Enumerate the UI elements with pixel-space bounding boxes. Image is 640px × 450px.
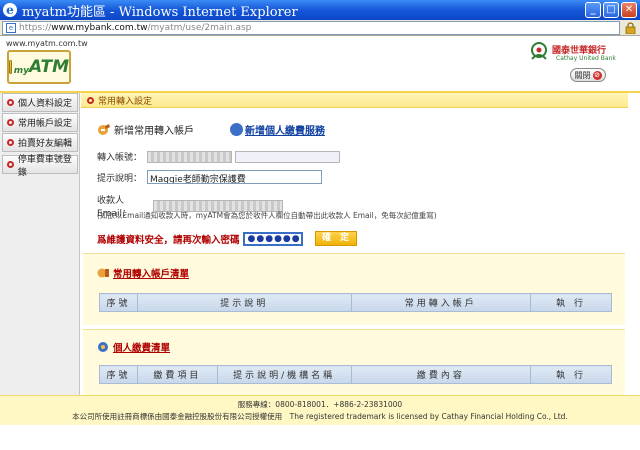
bullet-icon [7, 139, 14, 146]
account-row: 轉入帳號： [97, 150, 340, 163]
password-label: 爲維護資料安全，請再次輸入密碼 [97, 234, 240, 246]
maximize-button[interactable]: □ [603, 2, 619, 18]
sidebar-item-profile[interactable]: 個人資料設定 [2, 93, 78, 112]
list-icon [97, 268, 109, 278]
section-title: 常用轉入設定 [98, 96, 153, 107]
logout-button[interactable]: 關閉 ⊘ [570, 68, 606, 82]
password-row: 爲維護資料安全，請再次輸入密碼 ●●●●●● 確 定 [97, 231, 357, 246]
table-header-row: 序號 提示說明 常用轉入帳戶 執 行 [99, 293, 612, 312]
site-url: www.myatm.com.tw [6, 39, 88, 48]
bank-name-english: Cathay United Bank [556, 55, 616, 62]
sidebar-item-label: 常用帳戶設定 [18, 119, 73, 129]
page-bottom [0, 425, 640, 450]
ie-logo-icon: e [3, 3, 17, 17]
col-header: 序號 [99, 293, 138, 312]
logout-label: 關閉 [574, 70, 591, 80]
action-row: 新增常用轉入帳戶 新增個人繳費服務 [97, 122, 325, 137]
add-account-icon [98, 123, 110, 135]
payments-table: 序號 繳費項目 提示說明/機構名稱 繳費內容 執 行 [99, 365, 612, 384]
password-input[interactable]: ●●●●●● [242, 231, 303, 246]
url-path: /myatm/use/2main.asp [147, 23, 252, 33]
description-input[interactable]: Maggie老師勤宗保護費 [147, 170, 322, 184]
no-entry-icon: ⊘ [592, 70, 602, 80]
sidebar-item-label: 拍賣好友編輯 [18, 139, 73, 149]
col-header: 提示說明 [136, 293, 352, 312]
bullet-icon [7, 99, 14, 106]
col-header: 執 行 [530, 365, 612, 384]
page-header: www.myatm.com.tw my ATM 國泰世華銀行 Cathay Un… [0, 37, 640, 91]
add-account-link[interactable]: 新增常用轉入帳戶 [114, 122, 194, 137]
add-service-label: 新增個人繳費服務 [245, 126, 325, 137]
main-content: 常用轉入設定 新增常用轉入帳戶 新增個人繳費服務 轉入帳號： 提示說明： Mag… [81, 93, 628, 395]
close-window-button[interactable]: ✕ [621, 2, 637, 18]
service-phone: 服務專線：0800-818001．+886-2-23831000 [237, 400, 403, 409]
col-header: 執 行 [530, 293, 612, 312]
url-field[interactable]: e https://www.mybank.com.tw/myatm/use/2m… [2, 21, 620, 35]
window-titlebar: e myatm功能區 - Windows Internet Explorer _… [0, 0, 640, 20]
table-header-row: 序號 繳費項目 提示說明/機構名稱 繳費內容 執 行 [99, 365, 612, 384]
description-row: 提示說明： Maggie老師勤宗保護費 [97, 170, 322, 184]
accounts-panel-title-text: 常用轉入帳戶清單 [113, 269, 190, 280]
cathay-tree-icon [531, 42, 547, 60]
chip-icon [9, 60, 12, 74]
sidebar-item-auction-friends[interactable]: 拍賣好友編輯 [2, 133, 78, 152]
sidebar-item-accounts[interactable]: 常用帳戶設定 [2, 113, 78, 132]
col-header: 提示說明/機構名稱 [216, 365, 352, 384]
payments-panel-title-text: 個人繳費清單 [113, 343, 171, 354]
logo-atm: ATM [28, 57, 69, 77]
copyright-notice: 本公司所使用註冊商標係由國泰金融控股股份有限公司授權使用 The registe… [72, 412, 568, 421]
myatm-logo: my ATM [7, 50, 71, 84]
payments-panel-title: 個人繳費清單 [97, 340, 170, 354]
bank-logo: 國泰世華銀行 Cathay United Bank [528, 41, 636, 67]
col-header: 常用轉入帳戶 [350, 293, 532, 312]
accounts-panel: 常用轉入帳戶清單 序號 提示說明 常用轉入帳戶 執 行 [83, 253, 625, 325]
add-service-link[interactable]: 新增個人繳費服務 [230, 122, 325, 137]
bullet-icon [7, 161, 14, 168]
lock-icon[interactable] [625, 22, 636, 34]
section-header: 常用轉入設定 [81, 93, 628, 108]
account-label: 轉入帳號： [97, 153, 143, 163]
url-prefix: https:// [19, 23, 52, 33]
address-bar: e https://www.mybank.com.tw/myatm/use/2m… [0, 20, 640, 36]
sidebar-item-parking[interactable]: 停車費車號登錄 [2, 155, 78, 178]
accounts-table: 序號 提示說明 常用轉入帳戶 執 行 [99, 293, 612, 312]
bank-code-select[interactable] [147, 150, 232, 163]
sidebar: 個人資料設定 常用帳戶設定 拍賣好友編輯 停車費車號登錄 [0, 93, 80, 395]
bullet-icon [87, 96, 94, 104]
sidebar-item-label: 停車費車號登錄 [17, 154, 72, 178]
globe-icon [230, 123, 243, 136]
payments-panel: 個人繳費清單 序號 繳費項目 提示說明/機構名稱 繳費內容 執 行 [83, 329, 625, 395]
description-label: 提示說明： [97, 173, 143, 184]
bullet-icon [7, 119, 14, 126]
window-title: myatm功能區 - Windows Internet Explorer [22, 4, 298, 20]
email-note: (如欲以Email通知收款人時，myATM會為您於收件人欄位自動帶出此收款人 E… [97, 211, 437, 220]
confirm-button[interactable]: 確 定 [314, 231, 357, 246]
page-icon: e [6, 23, 16, 33]
url-host: www.mybank.com.tw [51, 23, 148, 33]
col-header: 序號 [99, 365, 138, 384]
col-header: 繳費項目 [136, 365, 218, 384]
page-footer: 服務專線：0800-818001．+886-2-23831000 本公司所使用註… [0, 395, 640, 425]
payment-icon [98, 342, 108, 352]
account-number-input[interactable] [235, 150, 340, 163]
accounts-panel-title: 常用轉入帳戶清單 [97, 266, 189, 280]
col-header: 繳費內容 [350, 365, 532, 384]
window-controls: _ □ ✕ [585, 2, 637, 18]
logo-my: my [13, 66, 29, 76]
sidebar-item-label: 個人資料設定 [18, 99, 73, 109]
minimize-button[interactable]: _ [585, 2, 601, 18]
